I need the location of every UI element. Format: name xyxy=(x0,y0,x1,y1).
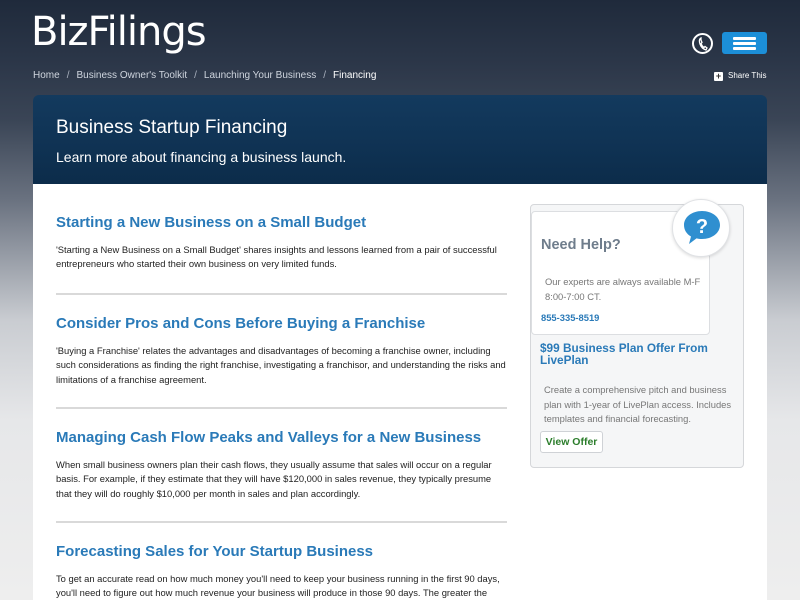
article-item: Starting a New Business on a Small Budge… xyxy=(56,214,508,272)
plus-icon: + xyxy=(714,71,723,81)
breadcrumb: Home / Business Owner's Toolkit / Launching … xyxy=(33,70,376,81)
view-offer-button[interactable]: View Offer xyxy=(540,431,603,453)
article-item: Forecasting Sales for Your Startup Busin… xyxy=(56,543,508,600)
article-summary: To get an accurate read on how much mone… xyxy=(56,573,500,599)
share-this-link[interactable]: + Share This xyxy=(714,71,767,81)
hamburger-line xyxy=(733,47,756,50)
article-summary: When small business owners plan their ca… xyxy=(56,459,492,499)
main-content: Starting a New Business on a Small Budge… xyxy=(33,184,767,600)
breadcrumb-separator: / xyxy=(66,70,70,81)
sidebar: Need Help? Our experts are always availa… xyxy=(530,199,744,468)
article-title-link[interactable]: Forecasting Sales for Your Startup Busin… xyxy=(56,543,508,560)
question-bubble-icon: ? xyxy=(684,211,720,244)
article-summary: 'Starting a New Business on a Small Budg… xyxy=(56,244,497,270)
bizfilings-logo[interactable]: BizFilings xyxy=(31,9,207,55)
article-title-link[interactable]: Starting a New Business on a Small Budge… xyxy=(56,214,508,231)
page-title: Business Startup Financing xyxy=(56,117,288,138)
divider xyxy=(56,521,507,523)
help-bubble: ? xyxy=(672,199,730,257)
phone-icon xyxy=(698,37,708,51)
article-title-link[interactable]: Managing Cash Flow Peaks and Valleys for… xyxy=(56,429,508,446)
hamburger-menu-icon xyxy=(733,37,756,40)
breadcrumb-home[interactable]: Home xyxy=(33,70,60,81)
article-item: Managing Cash Flow Peaks and Valleys for… xyxy=(56,429,508,501)
page-subtitle: Learn more about financing a business la… xyxy=(56,149,347,165)
breadcrumb-separator: / xyxy=(323,70,327,81)
breadcrumb-launching-your-business[interactable]: Launching Your Business xyxy=(204,70,316,81)
hamburger-line xyxy=(733,42,756,45)
site-header: BizFilings xyxy=(0,0,800,64)
divider xyxy=(56,407,507,409)
phone-number-link[interactable]: 855-335-8519 xyxy=(541,312,599,323)
svg-text:?: ? xyxy=(696,216,708,238)
article-summary: 'Buying a Franchise' relates the advanta… xyxy=(56,345,506,385)
share-label: Share This xyxy=(728,71,767,80)
liveplan-offer-title[interactable]: $99 Business Plan Offer From LivePlan xyxy=(540,342,730,366)
need-help-title: Need Help? xyxy=(541,237,621,253)
divider xyxy=(56,293,507,295)
article-title-link[interactable]: Consider Pros and Cons Before Buying a F… xyxy=(56,315,508,332)
menu-button[interactable] xyxy=(722,32,767,54)
breadcrumb-separator: / xyxy=(194,70,197,81)
phone-button[interactable] xyxy=(692,33,713,54)
article-item: Consider Pros and Cons Before Buying a F… xyxy=(56,315,508,387)
breadcrumb-current: Financing xyxy=(333,70,377,81)
help-hours-text: Our experts are always available M-F 8:0… xyxy=(545,276,701,302)
page-banner: Business Startup Financing Learn more ab… xyxy=(33,95,767,184)
breadcrumb-business-owners-toolkit[interactable]: Business Owner's Toolkit xyxy=(76,70,187,81)
liveplan-offer-description: Create a comprehensive pitch and busines… xyxy=(544,384,732,424)
